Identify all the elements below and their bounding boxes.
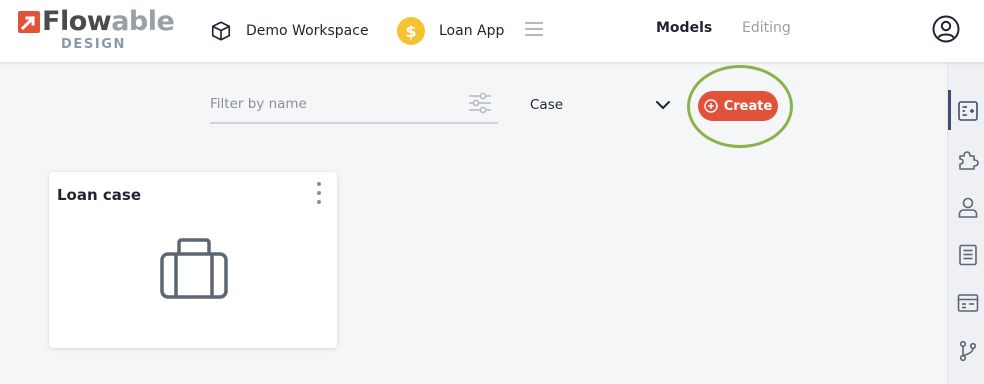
- logo-wordmark: Flowable: [42, 6, 175, 37]
- hamburger-icon[interactable]: [525, 21, 543, 37]
- form-icon[interactable]: [957, 292, 979, 314]
- model-card[interactable]: Loan case: [49, 172, 337, 348]
- flowable-logo[interactable]: Flowable DESIGN: [18, 6, 175, 54]
- logo-subtitle: DESIGN: [61, 37, 127, 52]
- model-card-title: Loan case: [57, 186, 142, 204]
- workspace-label: Demo Workspace: [246, 23, 369, 39]
- tab-models[interactable]: Models: [656, 20, 712, 36]
- chevron-down-icon: [656, 101, 670, 109]
- tab-editing[interactable]: Editing: [742, 20, 791, 36]
- model-type-value: Case: [530, 97, 564, 113]
- app-selector[interactable]: $ Loan App: [397, 17, 504, 45]
- create-button[interactable]: Create: [698, 91, 778, 121]
- user-circle-icon[interactable]: [932, 15, 960, 43]
- document-icon[interactable]: [957, 244, 979, 266]
- model-editor-icon[interactable]: [957, 100, 979, 122]
- active-indicator: [948, 90, 951, 130]
- filter-input[interactable]: [210, 92, 460, 116]
- sliders-icon[interactable]: [468, 91, 492, 115]
- dollar-coin-icon: $: [397, 17, 425, 45]
- plus-circle-icon: [704, 99, 718, 113]
- puzzle-icon[interactable]: [957, 148, 979, 170]
- briefcase-icon: [160, 238, 228, 299]
- filter-field: [210, 86, 498, 124]
- cube-icon: [211, 21, 231, 41]
- top-header: Flowable DESIGN Demo Workspace $ Loan Ap…: [0, 0, 984, 62]
- workspace-selector[interactable]: Demo Workspace: [210, 17, 369, 45]
- model-type-select[interactable]: Case: [530, 92, 672, 120]
- git-branch-icon[interactable]: [957, 340, 979, 362]
- user-icon[interactable]: [957, 196, 979, 218]
- app-label: Loan App: [439, 23, 505, 39]
- kebab-menu-icon[interactable]: [313, 180, 325, 206]
- create-button-label: Create: [723, 98, 773, 114]
- right-sidebar: [947, 62, 984, 384]
- flowable-logo-mark-icon: [18, 11, 40, 33]
